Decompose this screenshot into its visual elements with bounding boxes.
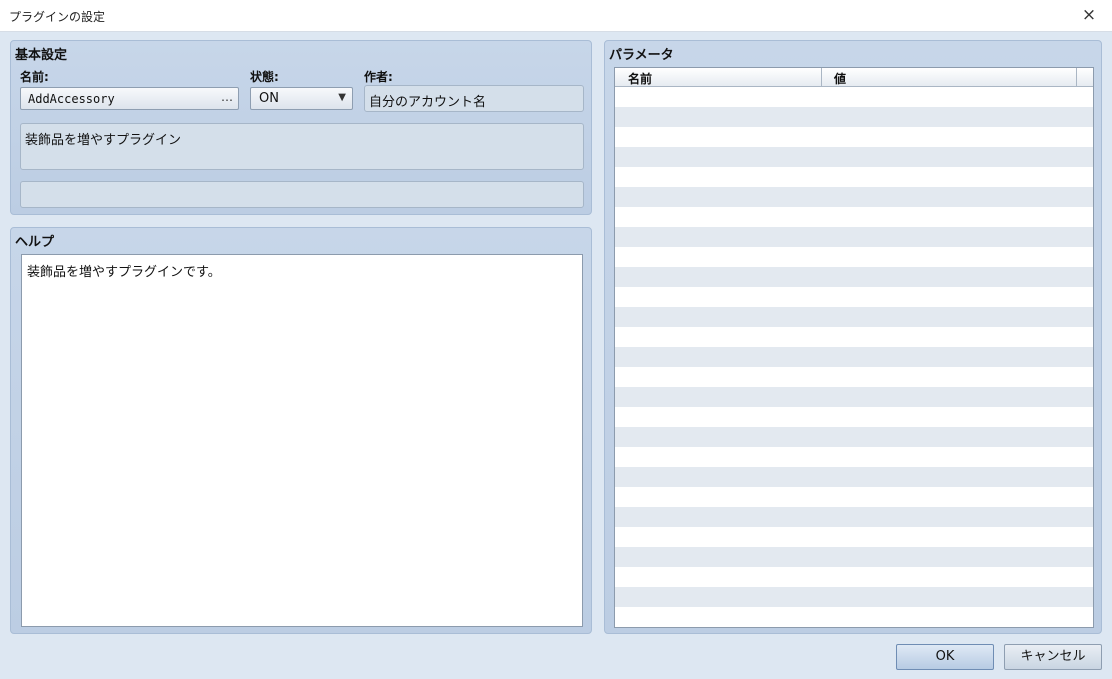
parameters-grid[interactable]: 名前 値 xyxy=(614,67,1094,628)
grid-rows[interactable] xyxy=(615,87,1093,627)
ok-button[interactable]: OK xyxy=(896,644,994,670)
grid-header: 名前 値 xyxy=(615,68,1093,87)
parameters-panel: パラメータ 名前 値 xyxy=(604,40,1102,634)
parameters-title: パラメータ xyxy=(609,48,674,63)
column-divider[interactable] xyxy=(821,68,822,86)
cancel-button[interactable]: キャンセル xyxy=(1004,644,1102,670)
window-title: プラグインの設定 xyxy=(9,10,106,24)
chevron-down-icon: ▼ xyxy=(338,92,346,103)
name-label: 名前: xyxy=(20,70,49,84)
status-label: 状態: xyxy=(250,70,279,84)
plugin-name-selector[interactable]: AddAccessory … xyxy=(20,87,239,110)
close-icon[interactable]: × xyxy=(1066,0,1112,31)
column-header-value[interactable]: 値 xyxy=(834,70,846,87)
help-text-area[interactable]: 装飾品を増やすプラグインです。 xyxy=(21,254,583,627)
description-field[interactable]: 装飾品を増やすプラグイン xyxy=(20,123,584,170)
author-value: 自分のアカウント名 xyxy=(369,95,487,110)
help-panel: ヘルプ 装飾品を増やすプラグインです。 xyxy=(10,227,592,634)
basic-settings-panel: 基本設定 名前: 状態: 作者: AddAccessory … ON ▼ 自分の… xyxy=(10,40,592,215)
help-title: ヘルプ xyxy=(15,235,55,250)
author-label: 作者: xyxy=(364,70,393,84)
column-divider[interactable] xyxy=(1076,68,1077,86)
extra-field[interactable] xyxy=(20,181,584,208)
help-text: 装飾品を増やすプラグインです。 xyxy=(27,265,221,280)
basic-settings-title: 基本設定 xyxy=(15,48,68,63)
description-value: 装飾品を増やすプラグイン xyxy=(25,133,182,148)
status-select[interactable]: ON ▼ xyxy=(250,87,353,110)
author-field[interactable]: 自分のアカウント名 xyxy=(364,85,584,112)
plugin-name-value: AddAccessory xyxy=(28,92,115,106)
column-header-name[interactable]: 名前 xyxy=(628,70,652,87)
browse-icon: … xyxy=(221,90,233,104)
title-bar: プラグインの設定 × xyxy=(0,0,1112,32)
status-value: ON xyxy=(259,91,279,106)
